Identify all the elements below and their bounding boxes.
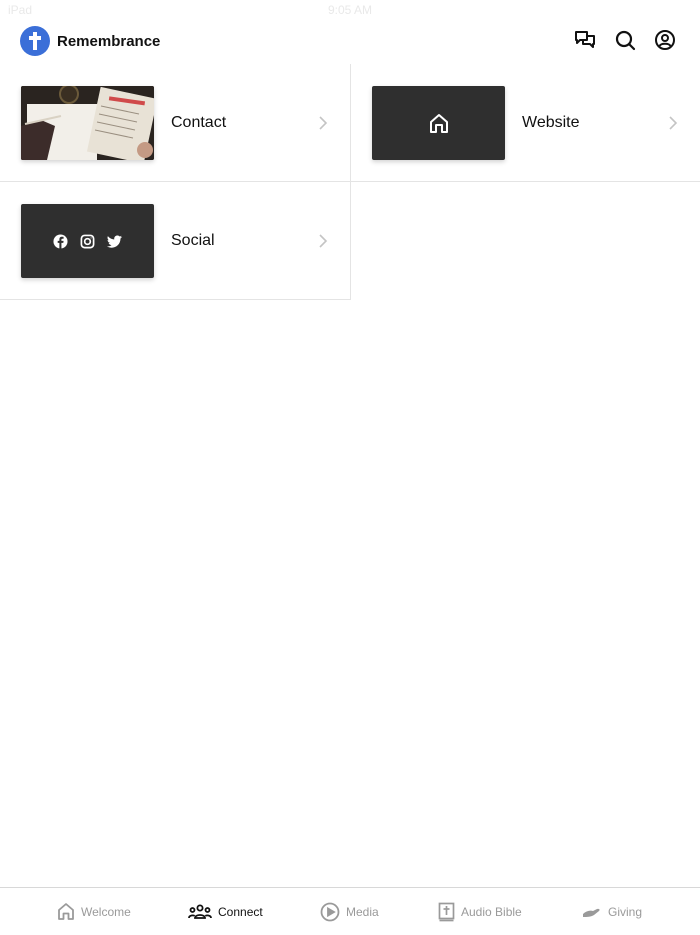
bottom-tab-bar: Welcome Connect Media Audio Bible Giving	[0, 887, 700, 934]
tab-audio-bible-label: Audio Bible	[461, 904, 522, 919]
chat-button[interactable]	[573, 28, 597, 52]
chevron-right-icon	[319, 234, 328, 248]
status-bar: iPad 9:05 AM	[0, 0, 700, 18]
list-item-social[interactable]: Social	[0, 182, 351, 300]
giving-hand-icon	[583, 908, 600, 917]
tab-media[interactable]: Media	[320, 888, 379, 935]
account-icon	[655, 30, 675, 50]
tab-connect-label: Connect	[218, 904, 263, 919]
tab-giving-label: Giving	[608, 904, 643, 919]
status-time: 9:05 AM	[327, 3, 373, 17]
chevron-right-icon	[319, 116, 328, 130]
list-item-contact[interactable]: Contact	[0, 64, 351, 182]
play-icon	[320, 902, 340, 921]
website-thumbnail	[372, 86, 505, 160]
bible-photo-icon	[21, 86, 154, 160]
website-label: Website	[522, 114, 580, 131]
tab-connect[interactable]: Connect	[188, 888, 263, 935]
home-icon	[429, 114, 448, 133]
contact-thumbnail	[21, 86, 154, 160]
facebook-icon	[53, 233, 68, 249]
bible-icon	[438, 902, 455, 921]
app-header: Remembrance	[0, 18, 700, 64]
cross-icon	[29, 32, 41, 50]
home-icon	[58, 903, 74, 920]
twitter-icon	[107, 234, 122, 248]
tab-welcome-label: Welcome	[81, 904, 131, 919]
account-button[interactable]	[653, 28, 677, 52]
chat-icon	[575, 31, 595, 48]
instagram-icon	[80, 234, 95, 248]
tab-giving[interactable]: Giving	[582, 888, 642, 935]
list-item-website[interactable]: Website	[351, 64, 700, 182]
chevron-right-icon	[669, 116, 678, 130]
contact-label: Contact	[171, 114, 227, 131]
search-icon	[615, 30, 636, 51]
app-logo[interactable]	[20, 26, 50, 56]
search-button[interactable]	[613, 28, 637, 52]
tab-welcome[interactable]: Welcome	[57, 888, 131, 935]
social-thumbnail	[21, 204, 154, 278]
people-icon	[188, 904, 212, 919]
social-label: Social	[171, 232, 215, 249]
tab-audio-bible[interactable]: Audio Bible	[438, 888, 522, 935]
app-title: Remembrance	[57, 33, 161, 50]
tab-media-label: Media	[346, 904, 379, 919]
